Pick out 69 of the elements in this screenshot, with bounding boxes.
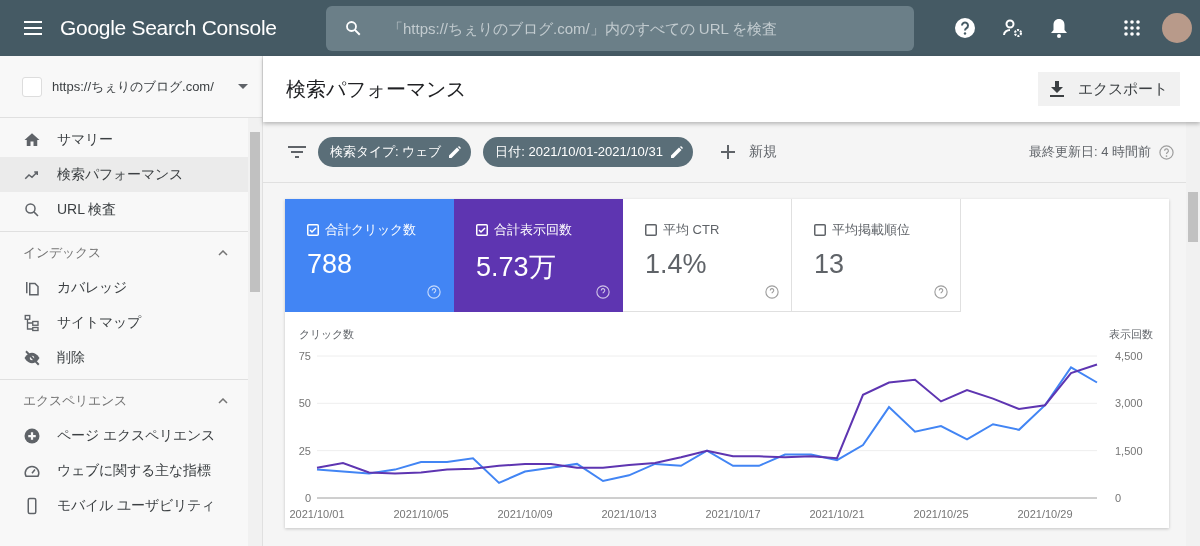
axis-title: 表示回数 xyxy=(1109,328,1153,340)
page-title: 検索パフォーマンス xyxy=(286,76,466,102)
search-field[interactable]: 「https://ちぇりのブログ.com/」内のすべての URL を検査 xyxy=(326,5,914,51)
axis-tick-label: 0 xyxy=(304,492,311,504)
nav-item[interactable]: URL 検査 xyxy=(0,192,248,227)
nav-item[interactable]: ウェブに関する主な指標 xyxy=(0,453,248,488)
axis-tick-label: 2021/10/05 xyxy=(393,508,449,520)
axis-tick-label: 2021/10/29 xyxy=(1017,508,1073,520)
plus-icon xyxy=(23,426,41,445)
chevron-icon xyxy=(218,250,228,256)
scrollbar[interactable] xyxy=(248,118,262,546)
nav-item[interactable]: 削除 xyxy=(0,340,248,375)
axis-tick-label: 75 xyxy=(298,350,311,362)
axis-tick-label: 2021/10/09 xyxy=(497,508,553,520)
section-header[interactable]: エクスペリエンス xyxy=(0,384,248,418)
nav-item[interactable]: ページ エクスペリエンス xyxy=(0,418,248,453)
axis-tick-label: 3,000 xyxy=(1115,397,1143,410)
axis-tick-label: 2021/10/21 xyxy=(809,508,865,520)
filter-chip[interactable]: 検索タイプ: ウェブ xyxy=(318,137,472,167)
property-selector[interactable]: https://ちぇりのブログ.com/ xyxy=(0,56,262,118)
filter-chip[interactable]: 日付: 2021/10/01-2021/10/31 xyxy=(483,137,693,167)
user-settings-icon[interactable] xyxy=(1002,18,1024,38)
nav-item[interactable]: サマリー xyxy=(0,122,248,157)
notifications-icon[interactable] xyxy=(1050,18,1068,38)
nav-item[interactable]: サイトマップ xyxy=(0,305,248,340)
checkbox xyxy=(814,224,826,236)
axis-tick-label: 0 xyxy=(1115,492,1122,504)
axis-tick-label: 2021/10/13 xyxy=(601,508,657,520)
search-input[interactable]: 「https://ちぇりのブログ.com/」内のすべての URL を検査 xyxy=(386,18,914,38)
pencil-icon xyxy=(670,146,683,158)
axis-tick-label: 4,500 xyxy=(1115,350,1143,362)
plus-icon xyxy=(720,145,735,159)
search-icon xyxy=(344,19,362,37)
nav-item[interactable]: カバレッジ xyxy=(0,270,248,305)
download-icon xyxy=(1050,81,1064,97)
nav-item[interactable]: 検索パフォーマンス xyxy=(0,157,248,192)
nav-item[interactable]: モバイル ユーザビリティ xyxy=(0,488,248,523)
section-header[interactable]: インデックス xyxy=(0,236,248,270)
scrollbar[interactable] xyxy=(1186,122,1200,546)
checkbox xyxy=(307,224,319,236)
metric-tile[interactable]: 平均 CTR 1.4% xyxy=(623,199,792,312)
metric-tile[interactable]: 合計クリック数 788 xyxy=(285,199,454,312)
axis-tick-label: 2021/10/17 xyxy=(705,508,761,520)
axis-tick-label: 25 xyxy=(298,444,311,457)
last-updated-text: 最終更新日: 4 時間前 xyxy=(1028,143,1151,161)
help-icon[interactable] xyxy=(954,17,976,39)
metric-tile[interactable]: 合計表示回数 5.73万 xyxy=(454,199,623,312)
account-avatar[interactable] xyxy=(1162,13,1192,43)
eyeoff-icon xyxy=(23,348,41,367)
metric-tile[interactable]: 平均掲載順位 13 xyxy=(792,199,961,312)
checkbox xyxy=(476,224,488,236)
apps-grid-icon[interactable] xyxy=(1124,20,1140,36)
axis-tick-label: 1,500 xyxy=(1115,444,1143,457)
export-button[interactable]: エクスポート xyxy=(1038,72,1180,106)
axis-title: クリック数 xyxy=(299,328,354,340)
product-name: Google Search Console xyxy=(60,16,278,40)
axis-tick-label: 2021/10/25 xyxy=(913,508,969,520)
site-favicon-icon xyxy=(22,76,42,97)
filter-icon[interactable] xyxy=(288,146,306,158)
checkbox xyxy=(645,224,657,236)
pencil-icon xyxy=(449,146,462,158)
sitemap-icon xyxy=(23,313,41,332)
axis-tick-label: 2021/10/01 xyxy=(289,508,345,520)
menu-icon[interactable] xyxy=(24,21,42,35)
chevron-icon xyxy=(218,398,228,404)
axis-tick-label: 50 xyxy=(298,397,311,410)
new-filter-button[interactable]: 新規 xyxy=(714,142,783,162)
dropdown-caret-icon xyxy=(238,84,248,89)
search-icon xyxy=(23,200,41,219)
